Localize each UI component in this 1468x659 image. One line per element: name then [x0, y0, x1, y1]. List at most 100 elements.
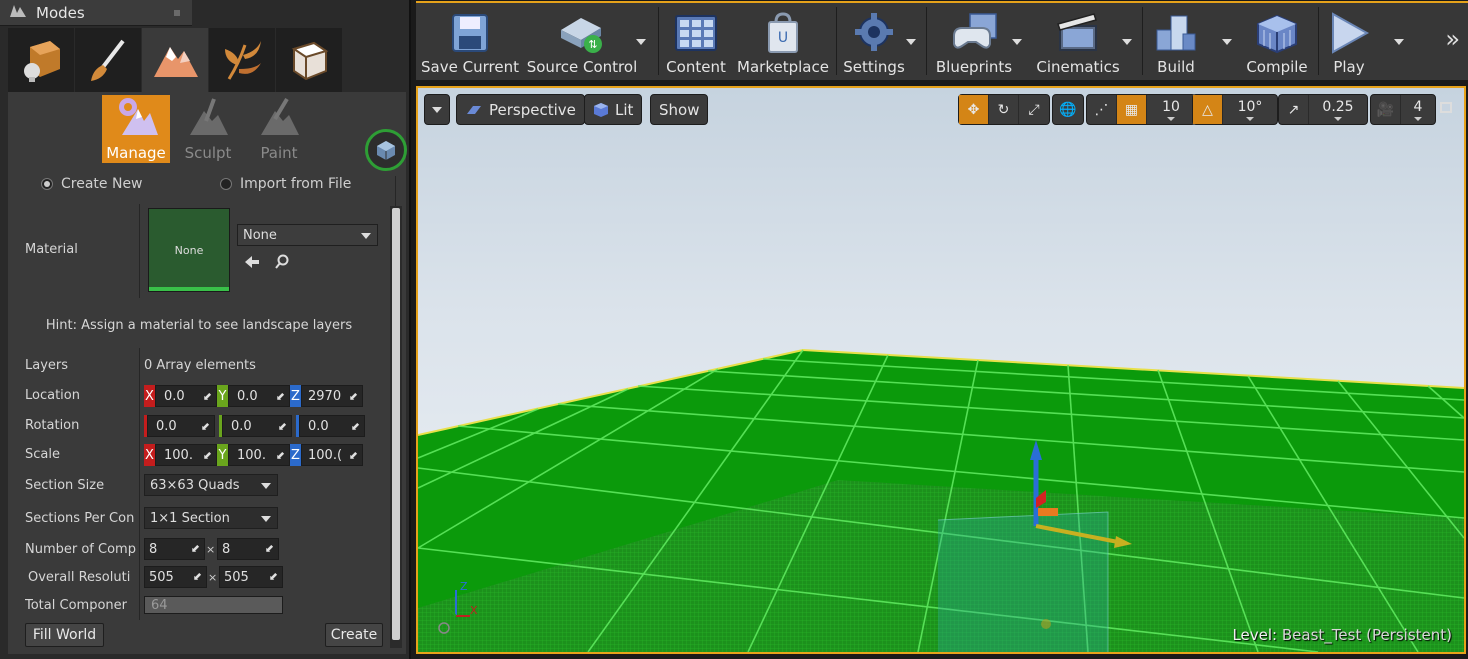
cinematics-clapper-icon: [1057, 13, 1097, 51]
surface-snap-icon[interactable]: ⋰: [1087, 95, 1117, 124]
grid-snap-value[interactable]: 10: [1147, 95, 1195, 124]
blueprints-gamepad-icon: [953, 13, 997, 49]
rotation-y-field[interactable]: 0.0 ⬋: [222, 415, 292, 437]
cinematics-button[interactable]: Cinematics: [1036, 3, 1120, 80]
translate-mode-icon[interactable]: ✥: [959, 95, 989, 124]
foliage-mode-tab[interactable]: [209, 28, 275, 92]
paint-mode-tab[interactable]: [75, 28, 141, 92]
scale-vector: X 100. ⬋ Y 100. ⬋ Z 100.(⬋: [144, 444, 363, 466]
settings-button[interactable]: Settings: [842, 3, 906, 80]
modes-icon: [8, 3, 28, 23]
rotation-z-field[interactable]: 0.0 ⬋: [299, 415, 365, 437]
show-button[interactable]: Show: [650, 94, 709, 125]
fill-world-button[interactable]: Fill World: [25, 623, 104, 647]
location-x-field[interactable]: 0.0 ⬋: [155, 385, 217, 407]
blueprints-button[interactable]: Blueprints: [932, 3, 1016, 80]
import-radio-dot[interactable]: [220, 178, 232, 190]
use-selected-arrow-icon[interactable]: [244, 254, 260, 274]
paint-tool-button[interactable]: Paint: [245, 95, 313, 163]
material-thumbnail[interactable]: None: [148, 208, 230, 292]
components-y-field[interactable]: 8 ⬋: [217, 538, 279, 560]
perspective-button[interactable]: Perspective: [456, 94, 585, 125]
scale-x-field[interactable]: 100. ⬋: [155, 444, 217, 466]
close-tab-icon[interactable]: [174, 10, 180, 16]
viewport-scene[interactable]: Z X: [418, 88, 1464, 652]
lit-button[interactable]: Lit: [584, 94, 643, 125]
total-components-label: Total Componer: [25, 598, 127, 613]
rotation-x-field[interactable]: 0.0 ⬋: [147, 415, 215, 437]
world-globe-icon[interactable]: 🌐: [1053, 95, 1083, 124]
x-axis-label: X: [144, 444, 155, 466]
rotation-snap-value[interactable]: 10°: [1223, 95, 1277, 124]
play-button[interactable]: Play: [1322, 3, 1376, 80]
scale-mode-icon[interactable]: ⤢: [1019, 95, 1049, 124]
content-button[interactable]: Content: [664, 3, 728, 80]
source-control-dropdown-icon[interactable]: [636, 39, 646, 45]
location-y-field[interactable]: 0.0 ⬋: [228, 385, 290, 407]
toolbar-separator: [836, 7, 837, 75]
landscape-mode-content: Manage Sculpt Paint Create New Import fr…: [8, 92, 407, 654]
toolbar-overflow-icon[interactable]: »: [1445, 25, 1460, 53]
scale-z-field[interactable]: 100.(⬋: [301, 444, 363, 466]
landscape-selection-button[interactable]: [365, 129, 407, 171]
scrollbar-thumb[interactable]: [392, 208, 400, 640]
level-viewport[interactable]: Z X Perspective Lit Show ✥ ↻ ⤢ 🌐 ⋰ ▦ 10 …: [416, 86, 1466, 654]
scale-snap-value[interactable]: 0.25: [1309, 95, 1367, 124]
resolution-x-field[interactable]: 505 ⬋: [144, 566, 207, 588]
panel-scrollbar[interactable]: [390, 206, 402, 648]
browse-search-icon[interactable]: [274, 254, 290, 274]
create-button[interactable]: Create: [325, 623, 383, 647]
rotate-mode-icon[interactable]: ↻: [989, 95, 1019, 124]
chevron-down-icon: [1246, 116, 1254, 121]
play-dropdown-icon[interactable]: [1394, 39, 1404, 45]
mesh-paint-mode-tab[interactable]: [276, 28, 342, 92]
grid-snap-icon[interactable]: ▦: [1117, 95, 1147, 124]
modes-title: Modes: [36, 3, 85, 22]
manage-tool-button[interactable]: Manage: [102, 95, 170, 163]
settings-label: Settings: [843, 58, 905, 76]
components-x-field[interactable]: 8 ⬋: [144, 538, 205, 560]
create-new-label: Create New: [61, 176, 143, 192]
lit-cube-icon: [594, 102, 608, 117]
viewport-options-button[interactable]: [424, 94, 450, 125]
blueprints-dropdown-icon[interactable]: [1012, 39, 1022, 45]
material-dropdown[interactable]: None: [237, 224, 378, 246]
settings-dropdown-icon[interactable]: [906, 39, 916, 45]
landscape-mode-tab[interactable]: [142, 28, 208, 92]
build-button[interactable]: Build: [1148, 3, 1204, 80]
resolution-y-field[interactable]: 505 ⬋: [219, 566, 283, 588]
chevron-down-icon: [432, 106, 442, 113]
modes-tab[interactable]: Modes: [0, 0, 192, 26]
section-size-dropdown[interactable]: 63×63 Quads: [144, 474, 278, 496]
compile-button[interactable]: Compile: [1244, 3, 1310, 80]
material-label: Material: [25, 242, 78, 257]
camera-speed-value[interactable]: 4: [1401, 95, 1435, 124]
save-current-button[interactable]: Save Current: [421, 3, 519, 80]
settings-gear-icon: [855, 13, 893, 51]
maximize-viewport-icon[interactable]: [1440, 102, 1452, 113]
camera-speed-icon[interactable]: 🎥: [1371, 95, 1401, 124]
marketplace-button[interactable]: U Marketplace: [737, 3, 829, 80]
spin-arrows-icon: ⬋: [192, 570, 202, 583]
cinematics-dropdown-icon[interactable]: [1122, 39, 1132, 45]
camera-speed-group: 🎥 4: [1370, 94, 1436, 125]
paint-brush-icon: [91, 39, 125, 81]
manage-icon: [119, 98, 158, 135]
create-new-radio[interactable]: Create New: [41, 176, 143, 192]
create-new-radio-dot[interactable]: [41, 178, 53, 190]
place-mode-tab[interactable]: [8, 28, 74, 92]
times-symbol: ×: [206, 543, 216, 556]
source-control-button[interactable]: ⇅ Source Control: [526, 3, 638, 80]
rotation-snap-icon[interactable]: △: [1193, 95, 1223, 124]
source-control-icon: ⇅: [561, 18, 602, 53]
place-mode-icon: [24, 41, 60, 82]
sculpt-tool-button[interactable]: Sculpt: [174, 95, 242, 163]
build-dropdown-icon[interactable]: [1222, 39, 1232, 45]
location-z-field[interactable]: 2970 ⬋: [301, 385, 363, 407]
z-axis-label: Z: [290, 444, 301, 466]
import-from-file-radio[interactable]: Import from File: [220, 176, 351, 192]
scale-y-field[interactable]: 100. ⬋: [228, 444, 290, 466]
scale-snap-icon[interactable]: ↗: [1279, 95, 1309, 124]
sections-per-component-dropdown[interactable]: 1×1 Section: [144, 507, 278, 529]
source-control-label: Source Control: [526, 58, 638, 76]
